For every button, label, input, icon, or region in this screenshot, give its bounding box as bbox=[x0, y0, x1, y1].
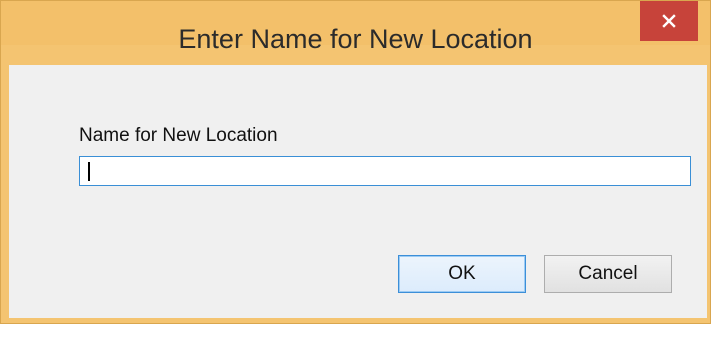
close-button[interactable] bbox=[640, 1, 698, 41]
title-bar[interactable]: Enter Name for New Location bbox=[1, 1, 710, 54]
text-caret bbox=[88, 162, 90, 181]
close-icon bbox=[662, 14, 676, 28]
dialog-content: Name for New Location OK Cancel bbox=[9, 65, 707, 318]
dialog-window: Enter Name for New Location Name for New… bbox=[0, 0, 711, 324]
ok-button[interactable]: OK bbox=[398, 255, 526, 293]
name-field-label: Name for New Location bbox=[79, 125, 278, 146]
name-input[interactable] bbox=[79, 156, 691, 186]
dialog-title: Enter Name for New Location bbox=[178, 24, 533, 54]
cancel-button[interactable]: Cancel bbox=[544, 255, 672, 293]
